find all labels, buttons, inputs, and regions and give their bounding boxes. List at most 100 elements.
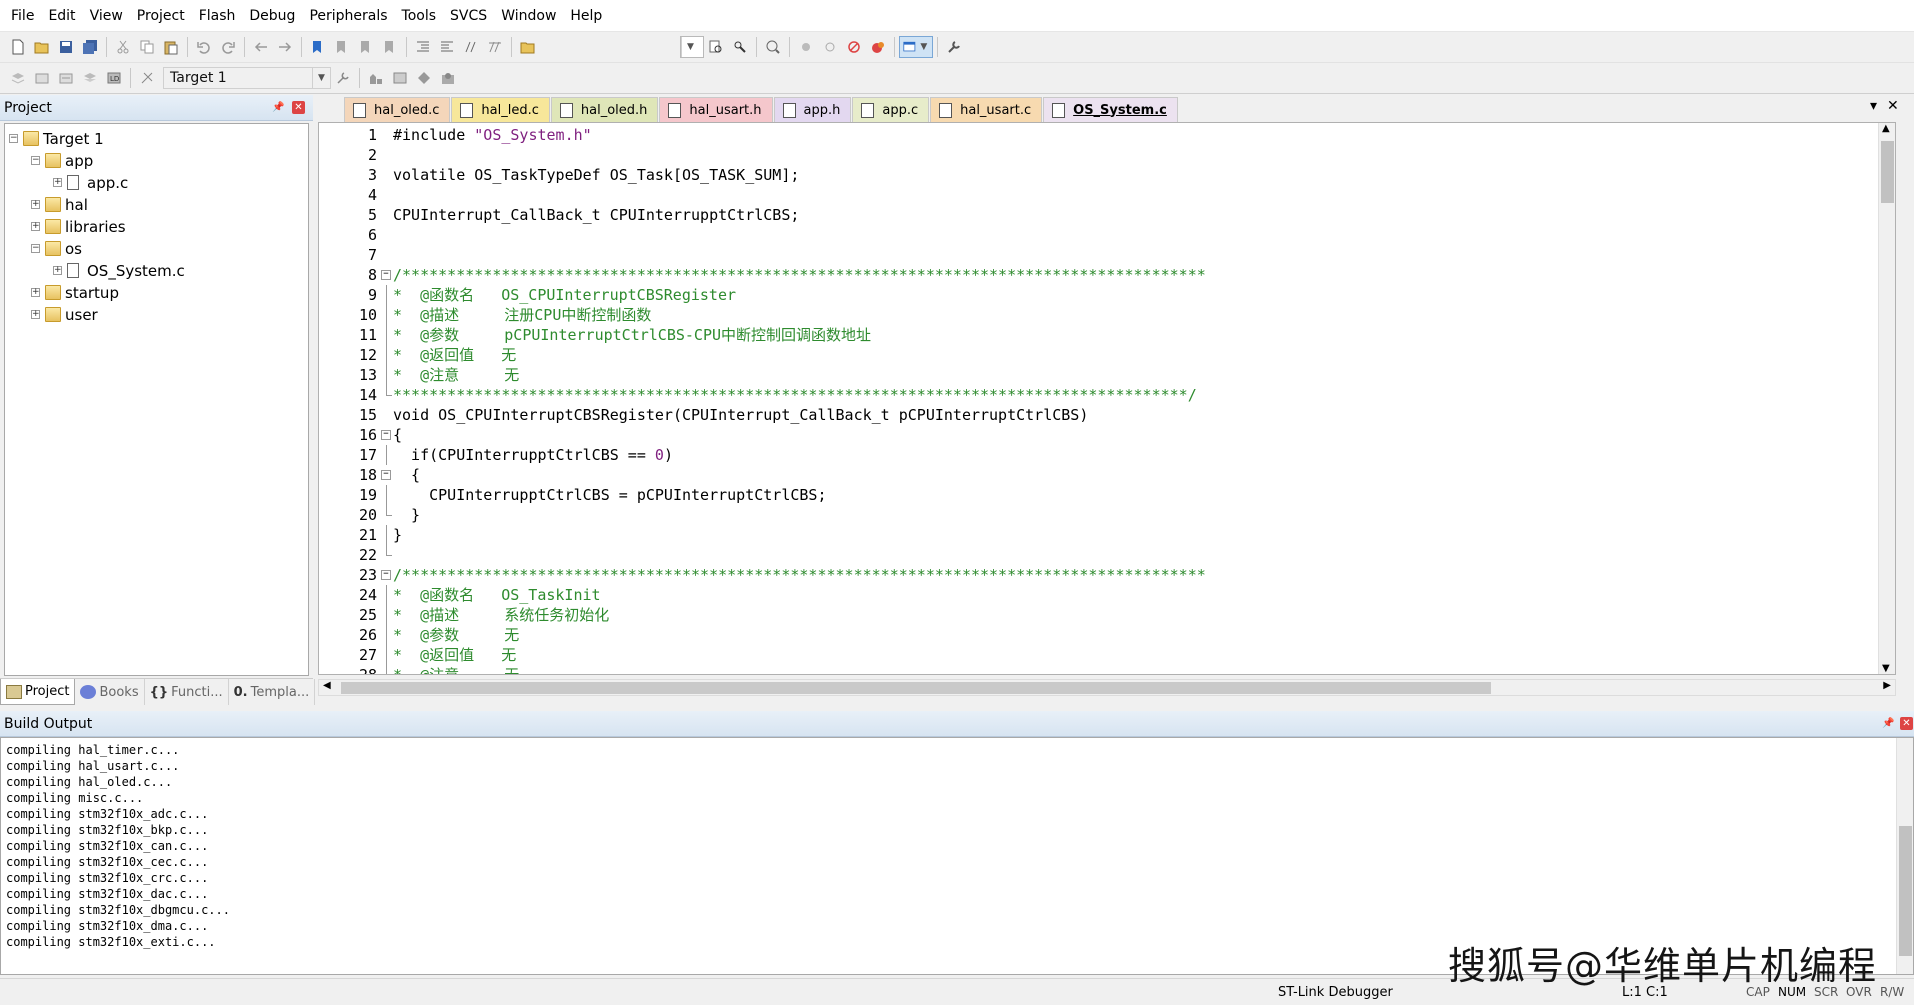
disable-breakpoint-icon[interactable] — [819, 36, 841, 58]
menu-view[interactable]: View — [83, 0, 130, 32]
document-tab[interactable]: hal_usart.h — [659, 97, 773, 122]
prev-bookmark-icon[interactable] — [331, 36, 353, 58]
menu-flash[interactable]: Flash — [192, 0, 243, 32]
tab-list-dropdown-icon[interactable]: ▾ — [1870, 98, 1877, 114]
manage-project-items-icon[interactable] — [389, 67, 411, 89]
menu-tools[interactable]: Tools — [395, 0, 444, 32]
select-packs-icon[interactable] — [413, 67, 435, 89]
build-icon[interactable] — [31, 67, 53, 89]
bookmark-icon[interactable] — [307, 36, 329, 58]
document-tab[interactable]: app.c — [852, 97, 930, 122]
open-folder-icon[interactable] — [31, 36, 53, 58]
fold-collapse-icon[interactable]: − — [381, 470, 391, 480]
fold-collapse-icon[interactable]: − — [381, 570, 391, 580]
redo-icon[interactable] — [217, 36, 239, 58]
find-icon[interactable] — [705, 36, 727, 58]
pack-installer-icon[interactable] — [437, 67, 459, 89]
cut-icon[interactable] — [112, 36, 134, 58]
tree-item[interactable]: + libraries — [5, 216, 308, 238]
tab-project[interactable]: Project — [0, 679, 76, 705]
collapse-icon[interactable]: − — [31, 156, 40, 165]
pin-icon[interactable]: 📌 — [272, 101, 285, 114]
collapse-icon[interactable]: − — [31, 244, 40, 253]
scrollbar-thumb[interactable] — [341, 682, 1491, 694]
find-in-files-icon[interactable] — [517, 36, 539, 58]
navigate-back-icon[interactable] — [250, 36, 272, 58]
find-combo[interactable]: ▼ — [680, 36, 704, 58]
indent-icon[interactable] — [412, 36, 434, 58]
target-options-icon[interactable] — [332, 67, 354, 89]
incremental-find-icon[interactable] — [729, 36, 751, 58]
next-bookmark-icon[interactable] — [355, 36, 377, 58]
rebuild-icon[interactable] — [55, 67, 77, 89]
copy-icon[interactable] — [136, 36, 158, 58]
uncomment-icon[interactable] — [484, 36, 506, 58]
pin-icon[interactable]: 📌 — [1882, 717, 1895, 730]
fold-collapse-icon[interactable]: − — [381, 270, 391, 280]
tree-item[interactable]: + app.c — [5, 172, 308, 194]
menu-svcs[interactable]: SVCS — [443, 0, 494, 32]
collapse-icon[interactable]: − — [9, 134, 18, 143]
expand-icon[interactable]: + — [31, 310, 40, 319]
download-icon[interactable]: LD — [103, 67, 125, 89]
close-icon[interactable]: ✕ — [292, 101, 305, 114]
code-editor[interactable]: 1 #include "OS_System.h" 2 3 volatile OS_Tas… — [318, 122, 1896, 675]
tree-item[interactable]: − app — [5, 150, 308, 172]
scroll-down-icon[interactable]: ▼ — [1882, 663, 1890, 674]
breakpoint-icon[interactable] — [795, 36, 817, 58]
expand-icon[interactable]: + — [53, 266, 62, 275]
document-tab[interactable]: hal_oled.h — [550, 97, 659, 122]
menu-edit[interactable]: Edit — [41, 0, 82, 32]
comment-icon[interactable] — [460, 36, 482, 58]
menu-help[interactable]: Help — [563, 0, 609, 32]
paste-icon[interactable] — [160, 36, 182, 58]
disable-all-breakpoints-icon[interactable] — [843, 36, 865, 58]
expand-icon[interactable]: + — [31, 288, 40, 297]
window-layout-combo[interactable]: ▼ — [899, 36, 933, 58]
scroll-left-icon[interactable]: ◀ — [323, 680, 331, 691]
document-tab[interactable]: hal_led.c — [451, 97, 550, 122]
menu-peripherals[interactable]: Peripherals — [302, 0, 394, 32]
close-document-icon[interactable]: ✕ — [1887, 98, 1899, 114]
tab-functions[interactable]: {} Functi... — [145, 679, 229, 705]
menu-debug[interactable]: Debug — [242, 0, 302, 32]
target-select[interactable]: Target 1 ▼ — [163, 67, 331, 89]
tab-books[interactable]: Books — [75, 679, 145, 705]
menu-project[interactable]: Project — [130, 0, 192, 32]
undo-icon[interactable] — [193, 36, 215, 58]
scrollbar-thumb[interactable] — [1881, 141, 1894, 203]
clear-bookmarks-icon[interactable] — [379, 36, 401, 58]
tree-item[interactable]: − os — [5, 238, 308, 260]
configure-wrench-icon[interactable] — [943, 36, 965, 58]
unindent-icon[interactable] — [436, 36, 458, 58]
expand-icon[interactable]: + — [31, 222, 40, 231]
kill-all-breakpoints-icon[interactable] — [867, 36, 889, 58]
document-tab[interactable]: app.h — [773, 97, 852, 122]
save-all-icon[interactable] — [79, 36, 101, 58]
save-icon[interactable] — [55, 36, 77, 58]
menu-window[interactable]: Window — [494, 0, 563, 32]
tree-item[interactable]: + OS_System.c — [5, 260, 308, 282]
tree-item[interactable]: − Target 1 — [5, 128, 308, 150]
expand-icon[interactable]: + — [53, 178, 62, 187]
new-file-icon[interactable] — [7, 36, 29, 58]
tab-templates[interactable]: 0. Templa... — [229, 679, 316, 705]
stop-build-icon[interactable] — [136, 67, 158, 89]
tree-item[interactable]: + user — [5, 304, 308, 326]
scroll-right-icon[interactable]: ▶ — [1883, 680, 1891, 691]
fold-collapse-icon[interactable]: − — [381, 430, 391, 440]
batch-build-icon[interactable] — [79, 67, 101, 89]
translate-icon[interactable] — [7, 67, 29, 89]
document-tab[interactable]: hal_usart.c — [930, 97, 1043, 122]
debug-session-icon[interactable] — [762, 36, 784, 58]
tree-item[interactable]: + hal — [5, 194, 308, 216]
scrollbar-thumb[interactable] — [1899, 826, 1912, 956]
document-tab[interactable]: OS_System.c — [1043, 97, 1178, 122]
editor-vertical-scrollbar[interactable]: ▲ ▼ — [1878, 123, 1895, 674]
editor-horizontal-scrollbar[interactable]: ◀ ▶ — [318, 679, 1896, 696]
file-extensions-icon[interactable] — [365, 67, 387, 89]
close-icon[interactable]: ✕ — [1900, 717, 1913, 730]
scroll-up-icon[interactable]: ▲ — [1882, 123, 1890, 134]
menu-file[interactable]: File — [4, 0, 41, 32]
build-vertical-scrollbar[interactable] — [1896, 738, 1913, 974]
